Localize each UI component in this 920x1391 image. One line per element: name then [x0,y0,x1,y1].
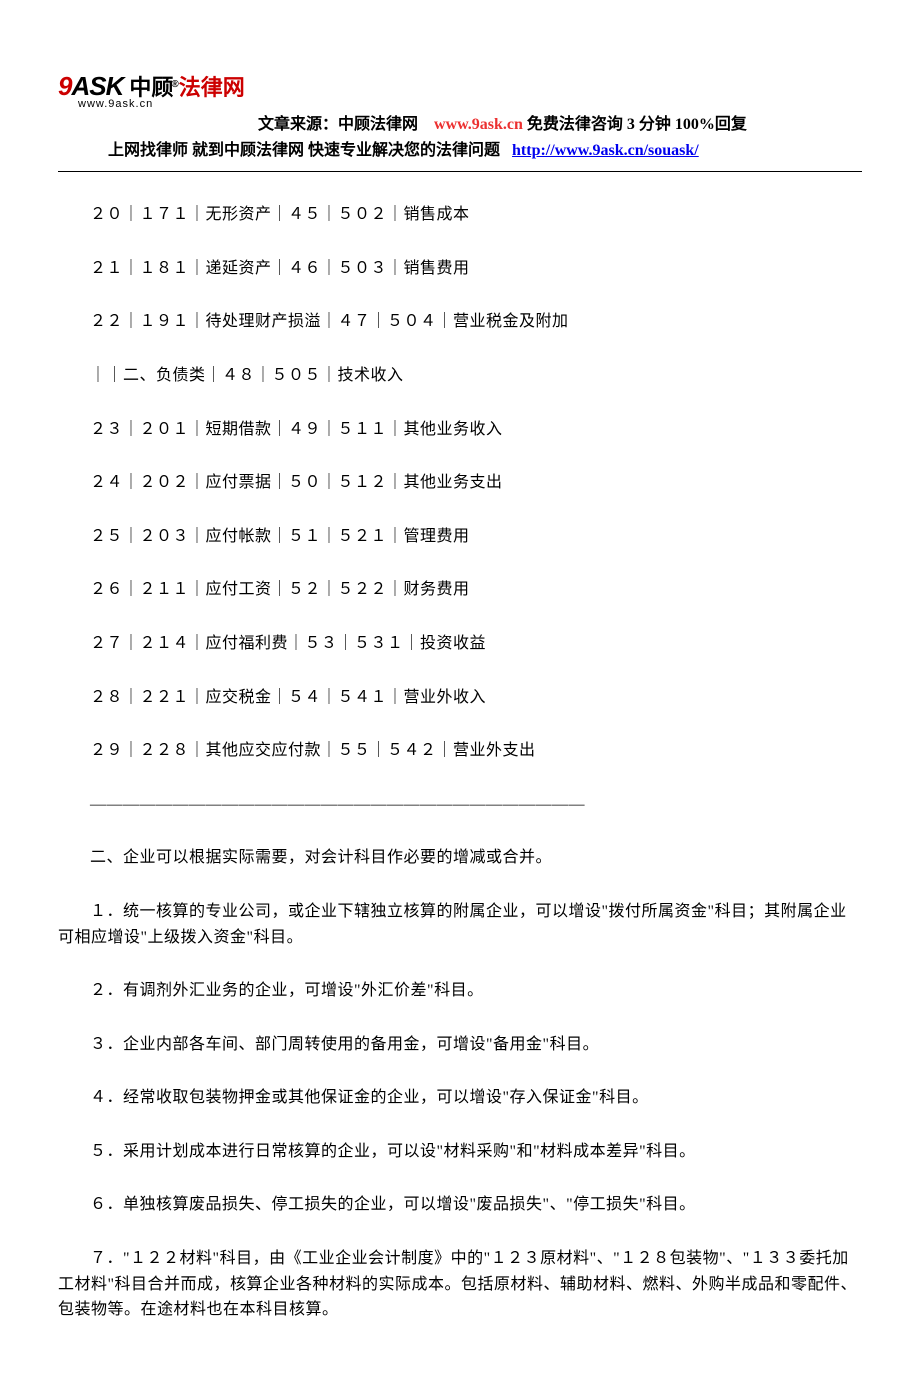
logo-ask: ASK [71,71,123,101]
source-prefix: 文章来源：中顾法律网 [258,116,418,133]
site-logo: 9ASK 中顾®法律网 www.9ask.cn [58,70,862,110]
logo-nine: 9 [58,71,71,101]
list-item: １．统一核算的专业公司，或企业下辖独立核算的附属企业，可以增设"拨付所属资金"科… [58,899,862,950]
table-row: ２８｜２２１｜应交税金｜５４｜５４１｜营业外收入 [58,685,862,711]
table-row: ｜｜二、负债类｜４８｜５０５｜技术收入 [58,363,862,389]
nav-prefix: 上网找律师 就到中顾法律网 快速专业解决您的法律问题 [108,142,500,159]
table-row: ２３｜２０１｜短期借款｜４９｜５１１｜其他业务收入 [58,417,862,443]
list-item: ３．企业内部各车间、部门周转使用的备用金，可增设"备用金"科目。 [58,1032,862,1058]
source-line: 文章来源：中顾法律网 www.9ask.cn 免费法律咨询 3 分钟 100%回… [58,112,862,138]
table-row: ２１｜１８１｜递延资产｜４６｜５０３｜销售费用 [58,256,862,282]
list-item: ６．单独核算废品损失、停工损失的企业，可以增设"废品损失"、"停工损失"科目。 [58,1192,862,1218]
table-row: ２５｜２０３｜应付帐款｜５１｜５２１｜管理费用 [58,524,862,550]
nav-line: 上网找律师 就到中顾法律网 快速专业解决您的法律问题 http://www.9a… [58,138,862,164]
header-rule [58,171,862,172]
list-item: ５．采用计划成本进行日常核算的企业，可以设"材料采购"和"材料成本差异"科目。 [58,1139,862,1165]
table-row: ２２｜１９１｜待处理财产损溢｜４７｜５０４｜营业税金及附加 [58,309,862,335]
list-item: ２．有调剂外汇业务的企业，可增设"外汇价差"科目。 [58,978,862,1004]
logo-cn: 中顾®法律网 [129,75,244,100]
section-title: 二、企业可以根据实际需要，对会计科目作必要的增减或合并。 [58,845,862,871]
table-row: ２６｜２１１｜应付工资｜５２｜５２２｜财务费用 [58,577,862,603]
nav-link[interactable]: http://www.9ask.cn/souask/ [512,142,699,159]
source-link[interactable]: www.9ask.cn [434,116,523,133]
table-row: ２０｜１７１｜无形资产｜４５｜５０２｜销售成本 [58,202,862,228]
list-item: ４．经常收取包装物押金或其他保证金的企业，可以增设"存入保证金"科目。 [58,1085,862,1111]
table-row: ２９｜２２８｜其他应交应付款｜５５｜５４２｜营业外支出 [58,738,862,764]
document-body: ２０｜１７１｜无形资产｜４５｜５０２｜销售成本 ２１｜１８１｜递延资产｜４６｜５… [58,202,862,1323]
page-header: 9ASK 中顾®法律网 www.9ask.cn 文章来源：中顾法律网 www.9… [58,70,862,163]
table-divider: —————————————————————————————— [58,792,862,818]
list-item: ７．"１２２材料"科目，由《工业企业会计制度》中的"１２３原材料"、"１２８包装… [58,1246,862,1323]
table-row: ２７｜２１４｜应付福利费｜５３｜５３１｜投资收益 [58,631,862,657]
table-row: ２４｜２０２｜应付票据｜５０｜５１２｜其他业务支出 [58,470,862,496]
source-suffix: 免费法律咨询 3 分钟 100%回复 [523,116,747,133]
